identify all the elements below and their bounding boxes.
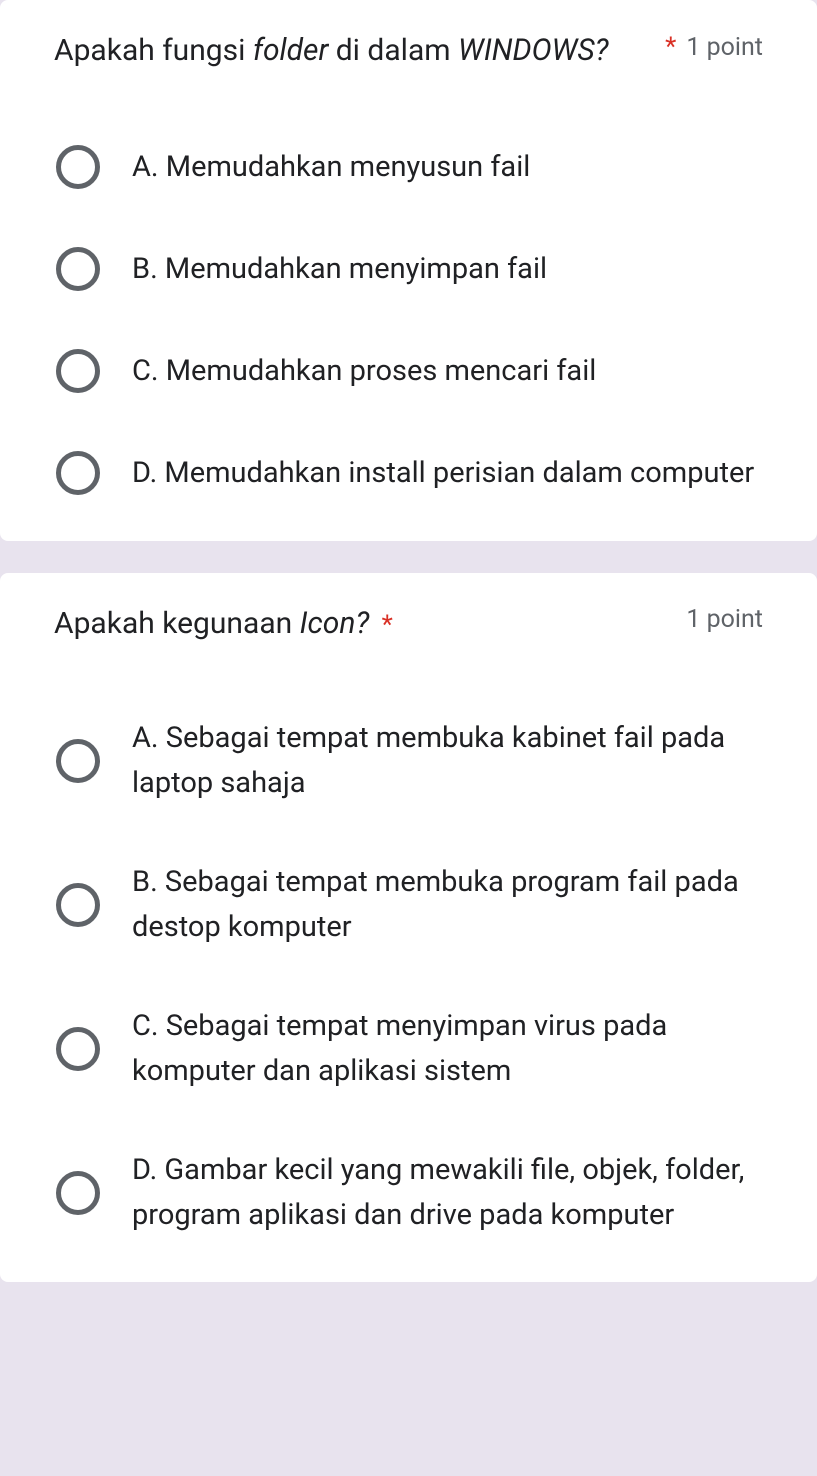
question-text-italic: Icon? xyxy=(300,606,370,641)
question-header: Apakah kegunaan Icon? * 1 point xyxy=(54,601,763,646)
radio-option[interactable]: A. Sebagai tempat membuka kabinet fail p… xyxy=(54,716,763,806)
required-indicator: * xyxy=(665,32,676,62)
radio-icon xyxy=(54,449,102,497)
radio-icon xyxy=(54,347,102,395)
question-points: 1 point xyxy=(686,605,763,634)
question-card: Apakah kegunaan Icon? * 1 point A. Sebag… xyxy=(0,573,817,1282)
radio-icon xyxy=(54,143,102,191)
option-label: C. Sebagai tempat menyimpan virus pada k… xyxy=(132,1004,763,1094)
question-text-italic: WINDOWS? xyxy=(458,33,608,68)
radio-option[interactable]: A. Memudahkan menyusun fail xyxy=(54,143,763,191)
options-group: A. Memudahkan menyusun fail B. Memudahka… xyxy=(54,143,763,497)
radio-option[interactable]: C. Memudahkan proses mencari fail xyxy=(54,347,763,395)
option-label: B. Sebagai tempat membuka program fail p… xyxy=(132,860,763,950)
option-label: D. Gambar kecil yang mewakili file, obje… xyxy=(132,1148,763,1238)
question-points: 1 point xyxy=(686,33,763,62)
points-wrap: 1 point xyxy=(686,601,763,634)
question-text-part: Apakah fungsi xyxy=(54,33,253,68)
option-label: B. Memudahkan menyimpan fail xyxy=(132,247,547,292)
radio-option[interactable]: D. Memudahkan install perisian dalam com… xyxy=(54,449,763,497)
question-text-part: di dalam xyxy=(328,33,458,68)
radio-icon xyxy=(54,1025,102,1073)
question-text-part: Apakah kegunaan xyxy=(54,606,300,641)
question-card: Apakah fungsi folder di dalam WINDOWS? *… xyxy=(0,0,817,541)
required-indicator: * xyxy=(375,610,393,640)
radio-option[interactable]: C. Sebagai tempat menyimpan virus pada k… xyxy=(54,1004,763,1094)
radio-icon xyxy=(54,245,102,293)
option-label: A. Memudahkan menyusun fail xyxy=(132,145,530,190)
radio-option[interactable]: D. Gambar kecil yang mewakili file, obje… xyxy=(54,1148,763,1238)
question-text-italic: folder xyxy=(253,33,328,68)
radio-icon xyxy=(54,737,102,785)
radio-icon xyxy=(54,1169,102,1217)
question-header: Apakah fungsi folder di dalam WINDOWS? *… xyxy=(54,28,763,73)
radio-option[interactable]: B. Memudahkan menyimpan fail xyxy=(54,245,763,293)
options-group: A. Sebagai tempat membuka kabinet fail p… xyxy=(54,716,763,1238)
radio-icon xyxy=(54,881,102,929)
option-label: A. Sebagai tempat membuka kabinet fail p… xyxy=(132,716,763,806)
question-title: Apakah fungsi folder di dalam WINDOWS? xyxy=(54,28,645,73)
option-label: D. Memudahkan install perisian dalam com… xyxy=(132,451,754,496)
radio-option[interactable]: B. Sebagai tempat membuka program fail p… xyxy=(54,860,763,950)
question-title: Apakah kegunaan Icon? * xyxy=(54,601,666,646)
points-wrap: * 1 point xyxy=(665,28,763,62)
option-label: C. Memudahkan proses mencari fail xyxy=(132,349,596,394)
